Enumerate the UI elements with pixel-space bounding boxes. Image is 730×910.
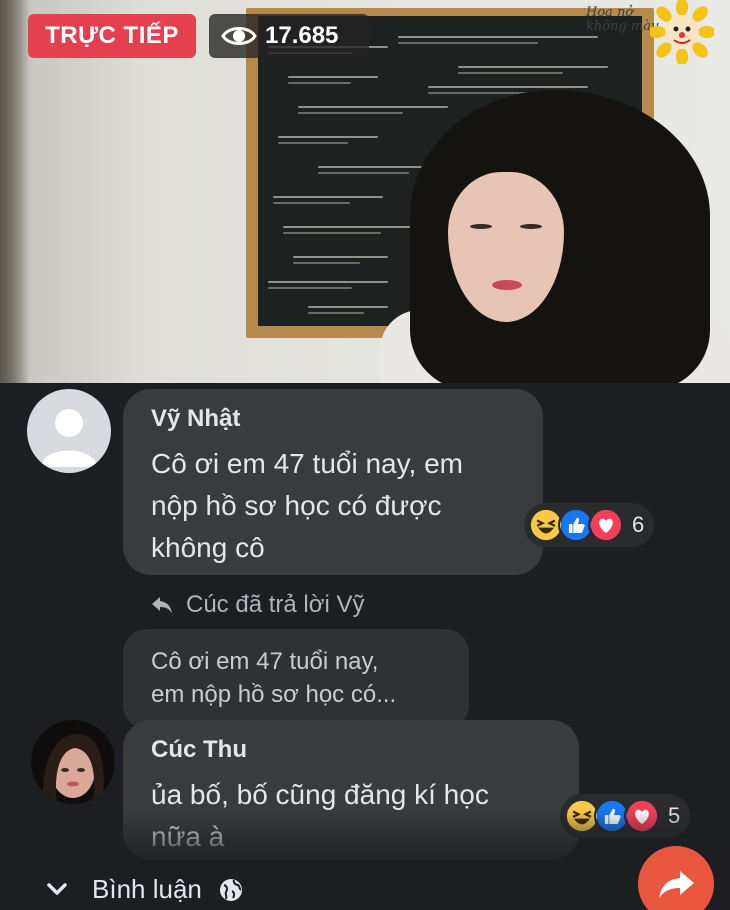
viewer-count: 17.685 [265, 22, 339, 49]
comment-author[interactable]: Vỹ Nhật [151, 405, 515, 433]
chalk-scribble [293, 262, 360, 264]
chalk-scribble [273, 196, 383, 198]
chalk-scribble [398, 36, 598, 38]
presenter [380, 90, 730, 383]
chalk-scribble [278, 142, 348, 144]
love-reaction-icon [588, 507, 624, 543]
chalk-scribble [288, 76, 378, 78]
reply-indicator-label: Cúc đã trả lời Vỹ [186, 591, 365, 618]
share-icon [659, 871, 694, 898]
comment-bubble[interactable]: Cúc Thu ủa bố, bố cũng đăng kí học nữa à [123, 720, 579, 860]
comments-toggle-label: Bình luận [92, 874, 202, 904]
chalk-scribble [458, 72, 563, 74]
reply-indicator[interactable]: Cúc đã trả lời Vỹ [150, 591, 364, 619]
quoted-comment-line: Cô ơi em 47 tuổi nay, [151, 648, 379, 675]
quoted-comment[interactable]: Cô ơi em 47 tuổi nay, em nộp hồ sơ học c… [123, 629, 469, 729]
comment-text-line: ủa bố, bố cũng đăng kí học [151, 779, 489, 810]
comment-text-line: nữa à [151, 821, 225, 852]
live-video[interactable]: TRỰC TIẾP 17.685 Hoa nở không màu [0, 0, 730, 383]
avatar[interactable] [27, 389, 111, 473]
globe-icon [219, 878, 242, 901]
chevron-down-icon [47, 882, 67, 895]
chalk-scribble [288, 82, 351, 84]
chalk-scribble [308, 312, 364, 314]
chalk-scribble [293, 256, 388, 258]
chalk-scribble [398, 42, 538, 44]
chalk-scribble [283, 232, 381, 234]
love-reaction-icon [624, 798, 660, 834]
comment-author[interactable]: Cúc Thu [151, 736, 551, 764]
right-eye [520, 224, 542, 229]
chalk-scribble [268, 281, 388, 283]
chalk-scribble [268, 287, 352, 289]
chalk-scribble [278, 136, 378, 138]
chalk-scribble [458, 66, 608, 68]
eye-icon [221, 27, 257, 45]
user-photo [31, 720, 115, 804]
wall-shadow [0, 0, 30, 383]
sunflower-logo [650, 0, 714, 64]
reactions-summary[interactable]: 6 [524, 503, 655, 547]
reactions-summary[interactable]: 5 [560, 794, 691, 838]
default-avatar-icon [41, 409, 97, 467]
comment-bubble[interactable]: Vỹ Nhật Cô ơi em 47 tuổi nay, em nộp hồ … [123, 389, 543, 575]
reaction-count: 5 [668, 803, 681, 828]
comment-text-line: không cô [151, 532, 265, 563]
chalk-scribble [308, 306, 388, 308]
quoted-comment-line: em nộp hồ sơ học có... [151, 681, 397, 708]
comment-text: Cô ơi em 47 tuổi nay, em nộp hồ sơ học c… [151, 443, 515, 569]
comments-footer: Bình luận [0, 860, 730, 910]
comment-text: ủa bố, bố cũng đăng kí học nữa à [151, 774, 551, 858]
chalk-scribble [273, 202, 350, 204]
avatar[interactable] [31, 720, 115, 804]
comments-toggle[interactable]: Bình luận [46, 874, 244, 905]
left-eye [470, 224, 492, 229]
viewer-count-badge: 17.685 [209, 14, 369, 58]
live-badge: TRỰC TIẾP [28, 14, 196, 58]
reaction-count: 6 [632, 512, 645, 537]
comment-text-line: nộp hồ sơ học có được [151, 490, 442, 521]
comment-text-line: Cô ơi em 47 tuổi nay, em [151, 448, 463, 479]
chalk-scribble [428, 86, 588, 88]
reply-arrow-icon [152, 597, 172, 614]
lips [492, 280, 522, 290]
